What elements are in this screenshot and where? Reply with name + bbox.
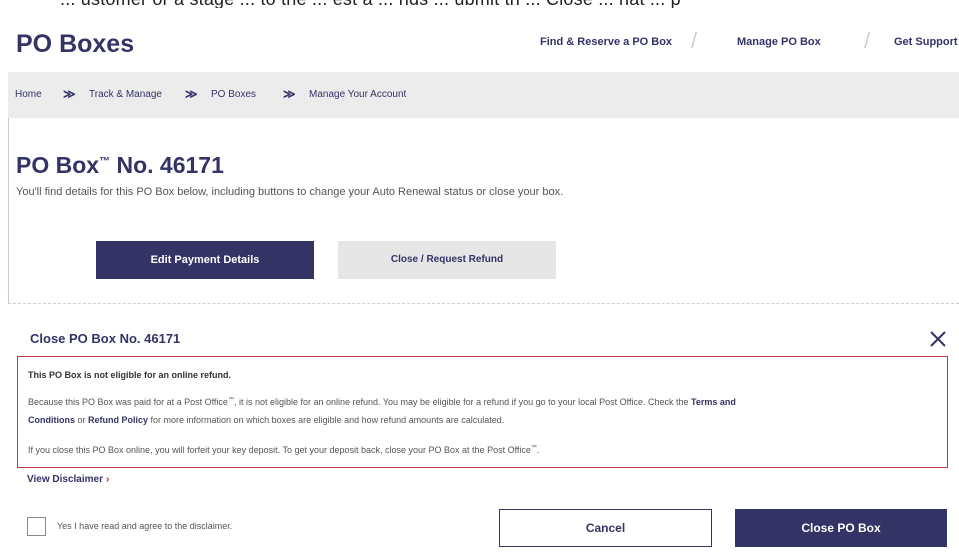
terms-conditions-link[interactable]: Terms and xyxy=(691,397,736,407)
notice-paragraph-1-line-1: Because this PO Box was paid for at a Po… xyxy=(28,397,736,407)
breadcrumb-home[interactable]: Home xyxy=(15,89,42,100)
breadcrumb: Home ≫ Track & Manage ≫ PO Boxes ≫ Manag… xyxy=(8,72,959,118)
site-header: PO Boxes Find & Reserve a PO Box / Manag… xyxy=(0,8,959,72)
nav-manage-po-box[interactable]: Manage PO Box xyxy=(737,36,821,48)
breadcrumb-separator: ≫ xyxy=(185,87,198,101)
clipped-top-text: ... ustomer or a stage ... to the ... es… xyxy=(0,0,959,8)
page-title-number: No. 46171 xyxy=(110,152,224,178)
page-intro: You'll find details for this PO Box belo… xyxy=(16,186,564,198)
clipped-top-text-content: ... ustomer or a stage ... to the ... es… xyxy=(60,0,681,8)
cancel-button[interactable]: Cancel xyxy=(499,509,712,547)
notice-text: . xyxy=(536,445,540,455)
nav-find-reserve[interactable]: Find & Reserve a PO Box xyxy=(540,36,672,48)
left-border xyxy=(8,118,9,303)
terms-conditions-link[interactable]: Conditions xyxy=(28,415,75,425)
breadcrumb-separator: ≫ xyxy=(63,87,76,101)
view-disclaimer-link[interactable]: View Disclaimer › xyxy=(27,474,109,485)
breadcrumb-track-manage[interactable]: Track & Manage xyxy=(89,89,162,100)
modal-title: Close PO Box No. 46171 xyxy=(30,331,181,346)
close-icon[interactable] xyxy=(927,328,949,350)
page-title-prefix: PO Box xyxy=(16,152,100,178)
notice-text: If you close this PO Box online, you wil… xyxy=(28,445,531,455)
close-request-refund-button[interactable]: Close / Request Refund xyxy=(338,241,556,279)
refund-notice-box: This PO Box is not eligible for an onlin… xyxy=(17,356,948,468)
notice-paragraph-2: If you close this PO Box online, you wil… xyxy=(28,445,539,455)
breadcrumb-po-boxes[interactable]: PO Boxes xyxy=(211,89,256,100)
breadcrumb-manage-account[interactable]: Manage Your Account xyxy=(309,89,406,100)
notice-text: , it is not eligible for an online refun… xyxy=(233,397,692,407)
close-po-box-button[interactable]: Close PO Box xyxy=(735,509,947,547)
breadcrumb-separator: ≫ xyxy=(283,87,296,101)
section-divider xyxy=(8,303,959,304)
disclaimer-checkbox-label: Yes I have read and agree to the disclai… xyxy=(57,521,233,531)
trademark-mark: ™ xyxy=(99,155,111,168)
view-disclaimer-label: View Disclaimer xyxy=(27,474,103,485)
edit-payment-button[interactable]: Edit Payment Details xyxy=(96,241,314,279)
page-title: PO Box™ No. 46171 xyxy=(16,152,224,179)
notice-heading: This PO Box is not eligible for an onlin… xyxy=(28,370,232,380)
notice-text: for more information on which boxes are … xyxy=(148,415,505,425)
refund-policy-link[interactable]: Refund Policy xyxy=(88,415,148,425)
nav-separator: / xyxy=(864,28,871,53)
nav-separator: / xyxy=(691,28,698,53)
disclaimer-checkbox[interactable] xyxy=(27,517,46,536)
chevron-right-icon: › xyxy=(105,474,110,485)
notice-text: Because this PO Box was paid for at a Po… xyxy=(28,397,228,407)
notice-paragraph-1-line-2: Conditions or Refund Policy for more inf… xyxy=(28,415,504,425)
nav-get-support[interactable]: Get Support xyxy=(894,36,958,48)
header-title: PO Boxes xyxy=(16,30,135,58)
notice-text: or xyxy=(75,415,89,425)
